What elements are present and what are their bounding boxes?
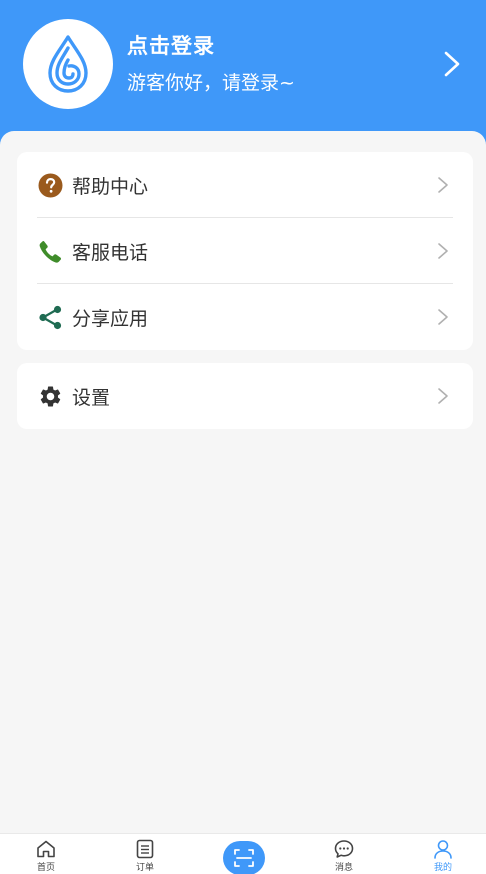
tab-orders[interactable]: 订单 [115,839,175,874]
user-icon [434,840,452,859]
message-icon [334,840,354,858]
tab-label: 我的 [433,863,452,873]
menu-item-help-center[interactable]: 帮助中心 [17,152,473,218]
menu-card-settings: 设置 [17,363,473,429]
phone-icon [37,238,63,264]
login-title[interactable]: 点击登录 [127,30,215,60]
scan-button[interactable] [223,841,265,874]
share-icon [37,304,63,330]
menu-card-main: 帮助中心 客服电话 分享应用 [17,152,473,350]
menu-item-label: 客服电话 [72,241,149,264]
avatar[interactable] [23,19,113,109]
water-drop-logo [48,35,88,93]
help-icon [37,172,63,198]
menu-item-label: 帮助中心 [72,175,149,198]
tab-home[interactable]: 首页 [16,839,76,874]
tab-mine[interactable]: 我的 [413,839,473,874]
scan-icon [234,849,254,867]
bottom-tab-bar: 首页 订单 消息 我的 [0,833,486,874]
tab-label: 订单 [135,863,154,873]
menu-item-label: 设置 [72,386,111,409]
chevron-right-icon [438,177,448,193]
chevron-right-icon [438,388,448,404]
tab-label: 首页 [36,863,55,873]
tab-label: 消息 [334,863,353,873]
profile-header[interactable]: 点击登录 游客你好，请登录~ [0,0,486,145]
tab-messages[interactable]: 消息 [314,839,374,874]
menu-item-share-app[interactable]: 分享应用 [17,284,473,350]
chevron-right-icon[interactable] [440,50,464,78]
gear-icon [37,383,63,409]
home-icon [37,840,55,858]
chevron-right-icon [438,243,448,259]
chevron-right-icon [438,309,448,325]
menu-item-settings[interactable]: 设置 [17,363,473,429]
profile-page: 点击登录 游客你好，请登录~ 帮助中心 客服电话 分享应用 设置 首页 订单 消… [0,0,486,874]
login-subtitle: 游客你好，请登录~ [127,72,295,94]
menu-item-label: 分享应用 [72,307,149,330]
menu-item-customer-phone[interactable]: 客服电话 [17,218,473,284]
order-list-icon [136,839,154,859]
